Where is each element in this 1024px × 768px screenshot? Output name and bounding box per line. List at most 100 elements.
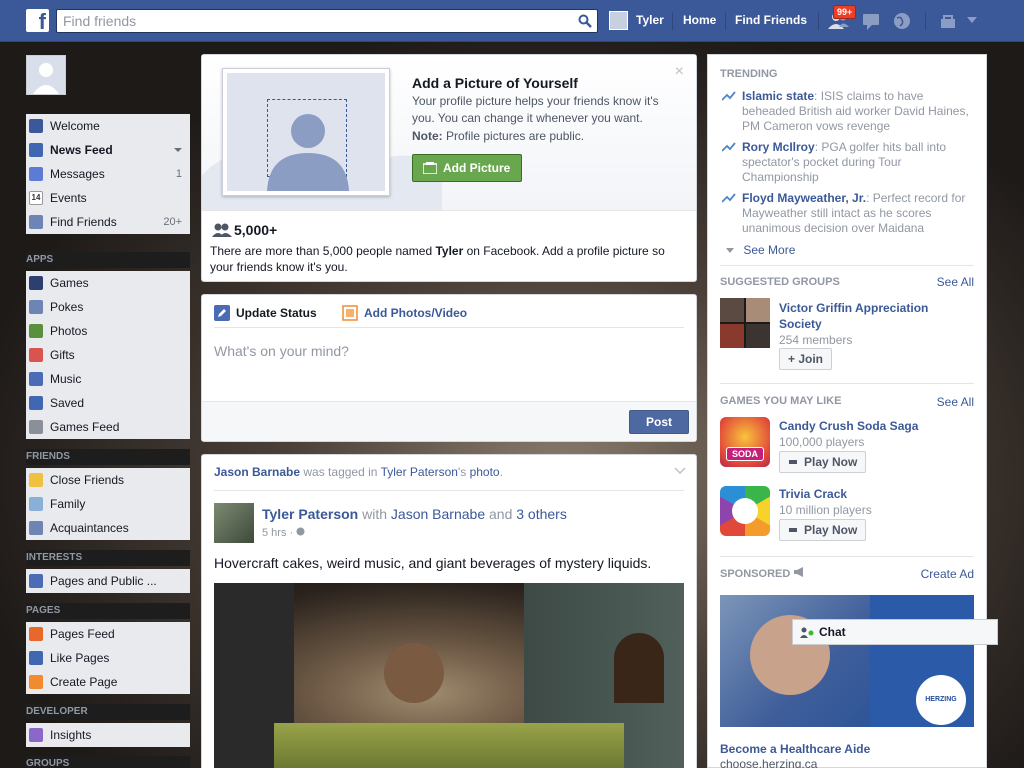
search-input[interactable] [57,10,557,32]
candy-crush-soda-logo[interactable]: SODA [720,417,770,467]
sidebar-item-insights[interactable]: Insights [26,723,190,747]
game-name-link[interactable]: Trivia Crack [779,487,847,501]
friends-header[interactable]: FRIENDS [26,449,190,465]
profile-link[interactable]: Tyler [636,13,664,27]
sidebar-item-pokes[interactable]: Pokes [26,295,190,319]
others-link[interactable]: 3 others [516,506,567,522]
game-name-link[interactable]: Candy Crush Soda Saga [779,419,918,433]
placeholder-picture-frame[interactable] [222,68,390,196]
trend-item[interactable]: Floyd Mayweather, Jr.: Perfect record fo… [722,191,976,236]
join-group-button[interactable]: + Join [779,348,833,370]
status-input[interactable]: What's on your mind? [214,343,349,359]
sidebar-item-photos[interactable]: Photos [26,319,190,343]
create-ad-link[interactable]: Create Ad [921,567,974,581]
ad-url[interactable]: choose.herzing.ca [720,757,817,768]
nav-divider [672,12,673,30]
games-see-all-link[interactable]: See All [937,395,974,409]
facebook-logo[interactable]: f [26,9,49,32]
interests-header[interactable]: INTERESTS [26,550,190,566]
see-more-label: See More [743,243,796,257]
sidebar-item-label: Saved [50,396,85,410]
news-feed-story: Jason Barnabe was tagged in Tyler Paters… [201,454,697,768]
sidebar-item-pages-feed[interactable]: Pages Feed [26,622,190,646]
chevron-down-icon[interactable] [174,148,182,152]
game-controller-icon [29,420,43,434]
chevron-down-icon[interactable] [674,467,686,475]
sidebar-item-gifts[interactable]: Gifts [26,343,190,367]
trivia-crack-logo[interactable] [720,486,770,536]
pages-header[interactable]: PAGES [26,603,190,619]
play-now-button[interactable]: Play Now [779,451,867,473]
sidebar-item-close-friends[interactable]: Close Friends [26,468,190,492]
divider [214,490,684,491]
sidebar-item-news-feed[interactable]: News Feed [26,138,190,162]
post-button[interactable]: Post [629,410,689,434]
author-link[interactable]: Tyler Paterson [262,506,358,522]
home-link[interactable]: Home [683,13,716,27]
trend-topic[interactable]: Rory McIlroy [742,140,815,154]
ad-image[interactable]: HERZING [720,595,974,727]
sidebar-item-family[interactable]: Family [26,492,190,516]
flag-icon [29,627,43,641]
profile-picture[interactable] [26,55,66,95]
developer-header[interactable]: DEVELOPER [26,704,190,720]
sidebar-item-saved[interactable]: Saved [26,391,190,415]
author-avatar[interactable] [214,503,254,543]
account-menu-chevron-icon[interactable] [966,16,978,24]
search-icon[interactable] [578,14,592,28]
photo-link[interactable]: photo [470,465,500,479]
tab-add-photos-video[interactable]: Add Photos/Video [364,306,467,320]
groups-header[interactable]: GROUPS [26,756,190,768]
privacy-shortcuts-icon[interactable] [938,11,958,31]
sidebar-item-games[interactable]: Games [26,271,190,295]
sidebar-item-music[interactable]: Music [26,367,190,391]
silhouette-icon [267,114,349,191]
trend-item[interactable]: Islamic state: ISIS claims to have behea… [722,89,976,134]
actor-link[interactable]: Jason Barnabe [214,465,300,479]
sidebar-item-acquaintances[interactable]: Acquaintances [26,516,190,540]
play-now-button[interactable]: Play Now [779,519,867,541]
photo-person [384,643,444,703]
group-photo-tile [720,324,744,348]
sidebar-item-pages-and-public[interactable]: Pages and Public ... [26,569,190,593]
herzing-logo: HERZING [916,675,966,725]
apps-header[interactable]: APPS [26,252,190,268]
trend-topic[interactable]: Floyd Mayweather, Jr. [742,191,866,205]
trend-item[interactable]: Rory McIlroy: PGA golfer hits ball into … [722,140,976,185]
story-photo[interactable] [214,583,684,768]
sidebar-item-label: Games Feed [50,420,120,434]
sidebar-item-messages[interactable]: Messages 1 [26,162,190,186]
sidebar-item-like-pages[interactable]: Like Pages [26,646,190,670]
developer-nav: Insights [26,723,190,747]
story-timestamp[interactable]: 5 hrs · [262,527,305,539]
trend-topic[interactable]: Islamic state [742,89,814,103]
group-photo[interactable] [720,298,770,348]
sidebar-item-label: Photos [50,324,88,338]
tagged-link[interactable]: Jason Barnabe [391,506,485,522]
chat-bar[interactable]: Chat [792,619,998,645]
owner-link[interactable]: Tyler Paterson [381,465,458,479]
ad-title-link[interactable]: Become a Healthcare Aide [720,742,870,756]
profile-summary[interactable] [26,55,190,100]
sidebar-item-events[interactable]: 14 Events [26,186,190,210]
globe-icon[interactable] [892,11,912,31]
story-text: Hovercraft cakes, weird music, and giant… [214,555,652,571]
sidebar-item-find-friends[interactable]: Find Friends 20+ [26,210,190,234]
divider [720,556,974,557]
see-more-trends[interactable]: See More [726,243,795,257]
user-avatar[interactable] [609,11,628,30]
groups-see-all-link[interactable]: See All [937,275,974,289]
status-composer: Update Status Add Photos/Video What's on… [201,294,697,442]
sidebar-item-create-page[interactable]: Create Page [26,670,190,694]
find-friends-link[interactable]: Find Friends [735,13,807,27]
group-name-link[interactable]: Victor Griffin Appreciation Society [779,300,959,332]
name-count-info: There are more than 5,000 people named T… [210,243,680,275]
tab-update-status[interactable]: Update Status [236,306,317,320]
sidebar-item-label: Pages and Public ... [50,574,157,588]
messages-icon[interactable] [861,11,883,31]
add-picture-button[interactable]: Add Picture [412,154,522,182]
game-players: 10 million players [779,503,872,517]
close-icon[interactable]: × [675,63,684,81]
sidebar-item-games-feed[interactable]: Games Feed [26,415,190,439]
sidebar-item-welcome[interactable]: Welcome [26,114,190,138]
